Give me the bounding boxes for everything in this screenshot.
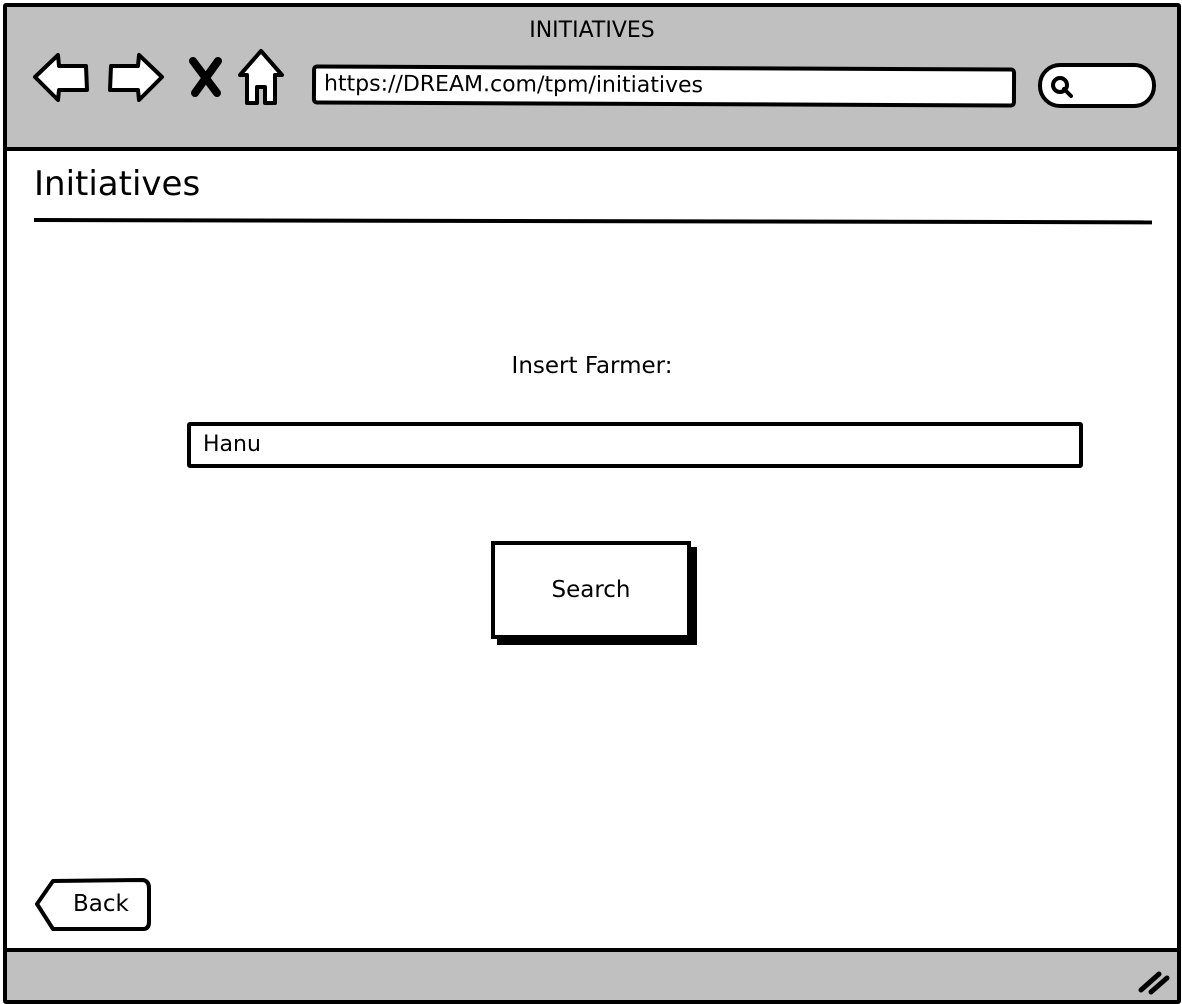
url-bar[interactable]: https://DREAM.com/tpm/initiatives <box>311 64 1017 108</box>
page-title: Initiatives <box>34 164 201 204</box>
back-button-label: Back <box>73 891 129 917</box>
close-icon[interactable] <box>183 47 227 103</box>
status-bar <box>7 948 1177 1000</box>
farmer-search-input[interactable] <box>187 422 1083 468</box>
farmer-field-label: Insert Farmer: <box>511 353 673 379</box>
window-title: INITIATIVES <box>529 18 655 43</box>
title-divider <box>33 218 1153 225</box>
search-button[interactable]: Search <box>491 541 691 639</box>
browser-window: INITIATIVES https://DREAM.com/tpm/initia… <box>3 3 1181 1004</box>
home-icon[interactable] <box>235 47 287 105</box>
back-button[interactable]: Back <box>33 877 153 933</box>
browser-search-button[interactable] <box>1038 63 1156 108</box>
resize-grip-icon[interactable] <box>1137 968 1171 996</box>
forward-arrow-icon[interactable] <box>106 47 168 103</box>
search-icon <box>1051 76 1073 98</box>
browser-toolbar: INITIATIVES https://DREAM.com/tpm/initia… <box>7 7 1177 151</box>
back-arrow-icon[interactable] <box>31 47 93 103</box>
